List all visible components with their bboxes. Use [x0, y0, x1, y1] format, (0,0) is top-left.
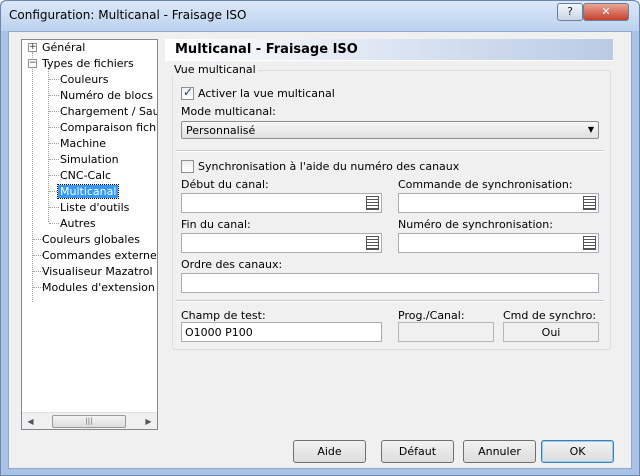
activate-checkbox[interactable]: ✓ [181, 85, 194, 100]
aide-button[interactable]: Aide [293, 440, 366, 463]
close-button[interactable]: ✕ [583, 3, 629, 21]
separator [176, 300, 604, 302]
panel-header: Multicanal - Fraisage ISO [165, 39, 613, 61]
tree-item-label: Numéro de blocs [60, 89, 153, 102]
debut-input[interactable] [181, 193, 382, 213]
tree-item-visualiseur-mazatrol[interactable]: Visualiseur Mazatrol [40, 264, 155, 280]
mode-select-value: Personnalisé [186, 124, 256, 137]
tree-item-label: Visualiseur Mazatrol [42, 265, 153, 278]
ordre-input[interactable] [181, 273, 599, 293]
checkmark-icon: ✓ [183, 85, 194, 99]
commande-label: Commande de synchronisation: [398, 178, 573, 191]
champ-label: Champ de test: [181, 309, 266, 322]
tree-item-simulation[interactable]: Simulation [58, 152, 121, 168]
activate-label: Activer la vue multicanal [198, 87, 335, 100]
tree-item-general[interactable]: Général [40, 40, 87, 56]
tree-item-label: Simulation [60, 153, 119, 166]
tree-item-couleurs[interactable]: Couleurs [58, 72, 110, 88]
tree-item-chargement[interactable]: Chargement / Sau [58, 104, 158, 120]
tree-item-label: Couleurs [60, 73, 109, 86]
tree-item-label: Général [42, 41, 86, 54]
tree-item-liste-d-outils[interactable]: Liste d'outils [58, 200, 131, 216]
scroll-left-icon[interactable]: ◀ [23, 414, 38, 429]
scroll-right-icon[interactable]: ▶ [141, 414, 156, 429]
title-bar[interactable]: Configuration: Multicanal - Fraisage ISO… [1, 1, 639, 31]
tree-item-numero-de-blocs[interactable]: Numéro de blocs [58, 88, 155, 104]
tree-item-autres[interactable]: Autres [58, 216, 98, 232]
tree-item-cnc-calc[interactable]: CNC-Calc [58, 168, 113, 184]
cmd-output: Oui [503, 322, 599, 342]
fin-input[interactable] [181, 233, 382, 253]
cmd-value: Oui [541, 326, 561, 339]
mode-label: Mode multicanal: [181, 105, 276, 118]
settings-tree[interactable]: + Général − Types de fichiers Couleurs N… [21, 39, 158, 430]
sync-label: Synchronisation à l'aide du numéro des c… [198, 160, 460, 173]
prog-output [398, 322, 494, 342]
tree-item-label: Modules d'extension [42, 281, 155, 294]
ok-button[interactable]: OK [541, 440, 614, 463]
tree-item-types-de-fichiers[interactable]: Types de fichiers [40, 56, 136, 72]
tree-item-label: Machine [60, 137, 107, 150]
separator [176, 150, 604, 152]
champ-value: O1000 P100 [185, 326, 253, 339]
sync-checkbox[interactable] [181, 160, 194, 173]
debut-label: Début du canal: [181, 178, 269, 191]
tree-item-couleurs-globales[interactable]: Couleurs globales [40, 232, 142, 248]
prog-label: Prog./Canal: [398, 309, 465, 322]
cmd-label: Cmd de synchro: [503, 309, 597, 322]
scrollbar-thumb[interactable]: ||| [52, 415, 126, 428]
document-icon[interactable] [583, 236, 596, 250]
window-title: Configuration: Multicanal - Fraisage ISO [9, 8, 247, 22]
tree-item-label: Multicanal [56, 184, 120, 199]
expand-icon[interactable]: + [28, 43, 37, 52]
tree-item-label: Liste d'outils [60, 201, 130, 214]
document-icon[interactable] [366, 236, 379, 250]
panel-title: Multicanal - Fraisage ISO [175, 42, 358, 57]
document-icon[interactable] [583, 196, 596, 210]
document-icon[interactable] [366, 196, 379, 210]
ordre-label: Ordre des canaux: [181, 258, 283, 271]
numero-input[interactable] [398, 233, 599, 253]
mode-select[interactable]: Personnalisé ▼ [181, 121, 599, 139]
tree-item-label: Types de fichiers [42, 57, 134, 70]
tree-item-label: Chargement / Sau [60, 105, 158, 118]
tree-item-comparaison[interactable]: Comparaison fichie [58, 120, 158, 136]
champ-input[interactable]: O1000 P100 [181, 322, 382, 342]
tree-item-commandes-externes[interactable]: Commandes externes [40, 248, 158, 264]
tree-item-label: Couleurs globales [42, 233, 140, 246]
commande-input[interactable] [398, 193, 599, 213]
annuler-button[interactable]: Annuler [463, 440, 536, 463]
chevron-down-icon: ▼ [587, 125, 594, 134]
tree-connector [32, 52, 33, 302]
tree-item-machine[interactable]: Machine [58, 136, 108, 152]
fin-label: Fin du canal: [181, 218, 251, 231]
help-title-button[interactable]: ? [557, 3, 583, 21]
tree-item-label: CNC-Calc [60, 169, 112, 182]
tree-horizontal-scrollbar[interactable]: ◀ ||| ▶ [22, 412, 157, 429]
collapse-icon[interactable]: − [28, 59, 37, 68]
numero-label: Numéro de synchronisation: [398, 218, 553, 231]
tree-item-multicanal[interactable]: Multicanal [56, 184, 120, 200]
group-label: Vue multicanal [172, 63, 258, 76]
tree-item-label: Autres [60, 217, 96, 230]
tree-item-label: Commandes externes [42, 249, 158, 262]
tree-item-modules-d-extension[interactable]: Modules d'extension [40, 280, 157, 296]
defaut-button[interactable]: Défaut [381, 440, 454, 463]
tree-connector [48, 68, 49, 222]
tree-item-label: Comparaison fichie [60, 121, 158, 134]
